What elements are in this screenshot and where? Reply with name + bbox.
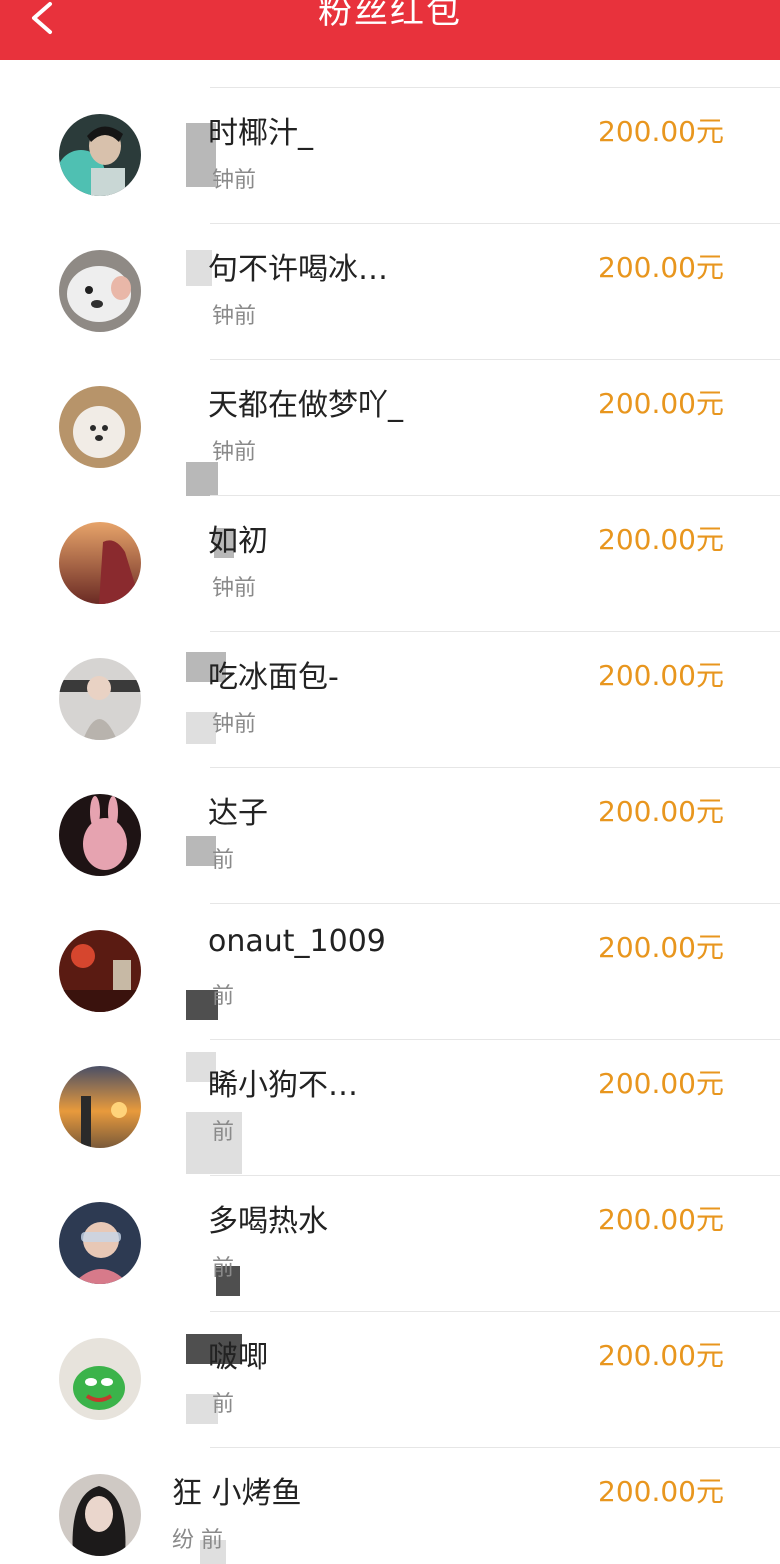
amount: 200.00元 (598, 659, 724, 692)
row-divider (210, 767, 780, 768)
row-divider (210, 87, 780, 88)
fan-name: 句不许喝冰… (208, 252, 388, 287)
fan-name: 达子 (208, 796, 268, 831)
row-divider (210, 223, 780, 224)
row-divider (210, 631, 780, 632)
time-ago: 前 (212, 1120, 235, 1145)
list-item[interactable]: 天都在做梦吖_ 钟前 200.00元 (0, 332, 780, 496)
fan-name: 睎小狗不… (208, 1068, 358, 1103)
time-ago: 钟前 (212, 168, 257, 193)
amount: 200.00元 (598, 115, 724, 148)
list-item[interactable]: 多喝热水 前 200.00元 (0, 1148, 780, 1296)
list-item[interactable]: 啵唧 前 200.00元 (0, 1284, 780, 1424)
list-item[interactable]: 时椰汁_ 钟前 200.00元 (0, 60, 780, 196)
row-divider (210, 1039, 780, 1040)
amount: 200.00元 (598, 931, 724, 964)
fan-name: 天都在做梦吖_ (208, 388, 403, 423)
fan-name: 啵唧 (208, 1340, 268, 1375)
avatar[interactable] (59, 386, 141, 468)
time-ago: 纷 前 (172, 1528, 223, 1553)
time-ago: 钟前 (212, 712, 257, 737)
row-divider (210, 359, 780, 360)
amount: 200.00元 (598, 251, 724, 284)
list-item[interactable]: 句不许喝冰… 钟前 200.00元 (0, 196, 780, 332)
time-ago: 前 (212, 848, 235, 873)
list-item[interactable]: 达子 前 200.00元 (0, 740, 780, 876)
amount: 200.00元 (598, 1203, 724, 1236)
top-bar: 粉丝红包 (0, 0, 780, 60)
fan-name: 狂 小烤鱼 (172, 1476, 302, 1511)
amount: 200.00元 (598, 387, 724, 420)
row-divider (210, 903, 780, 904)
row-divider (210, 1175, 780, 1176)
avatar[interactable] (59, 658, 141, 740)
amount: 200.00元 (598, 795, 724, 828)
avatar[interactable] (59, 1338, 141, 1420)
avatar[interactable] (59, 522, 141, 604)
avatar[interactable] (59, 250, 141, 332)
time-ago: 前 (212, 1392, 235, 1417)
fan-name: onaut_1009 (208, 924, 386, 959)
time-ago: 钟前 (212, 576, 257, 601)
avatar[interactable] (59, 1202, 141, 1284)
list-item[interactable]: 狂 小烤鱼 纷 前 200.00元 (0, 1420, 780, 1564)
page-title: 粉丝红包 (318, 0, 462, 32)
avatar[interactable] (59, 1066, 141, 1148)
list-item[interactable]: onaut_1009 前 200.00元 (0, 876, 780, 1082)
fan-name: 多喝热水 (208, 1204, 328, 1239)
row-divider (210, 495, 780, 496)
time-ago: 钟前 (212, 304, 257, 329)
fan-name: 时椰汁_ (208, 116, 313, 151)
list-item[interactable]: 睎小狗不… 前 200.00元 (0, 1012, 780, 1174)
row-divider (210, 1311, 780, 1312)
amount: 200.00元 (598, 1067, 724, 1100)
amount: 200.00元 (598, 1339, 724, 1372)
avatar[interactable] (59, 794, 141, 876)
amount: 200.00元 (598, 523, 724, 556)
list-item[interactable]: 吃冰面包- 钟前 200.00元 (0, 604, 780, 744)
fan-name: 如初 (208, 524, 268, 559)
list-item[interactable]: 如初 钟前 200.00元 (0, 468, 780, 604)
time-ago: 前 (212, 1256, 235, 1281)
amount: 200.00元 (598, 1475, 724, 1508)
fan-name: 吃冰面包- (208, 660, 339, 695)
avatar[interactable] (59, 930, 141, 1012)
time-ago: 钟前 (212, 440, 257, 465)
avatar[interactable] (59, 114, 141, 196)
time-ago: 前 (212, 984, 235, 1009)
row-divider (210, 1447, 780, 1448)
